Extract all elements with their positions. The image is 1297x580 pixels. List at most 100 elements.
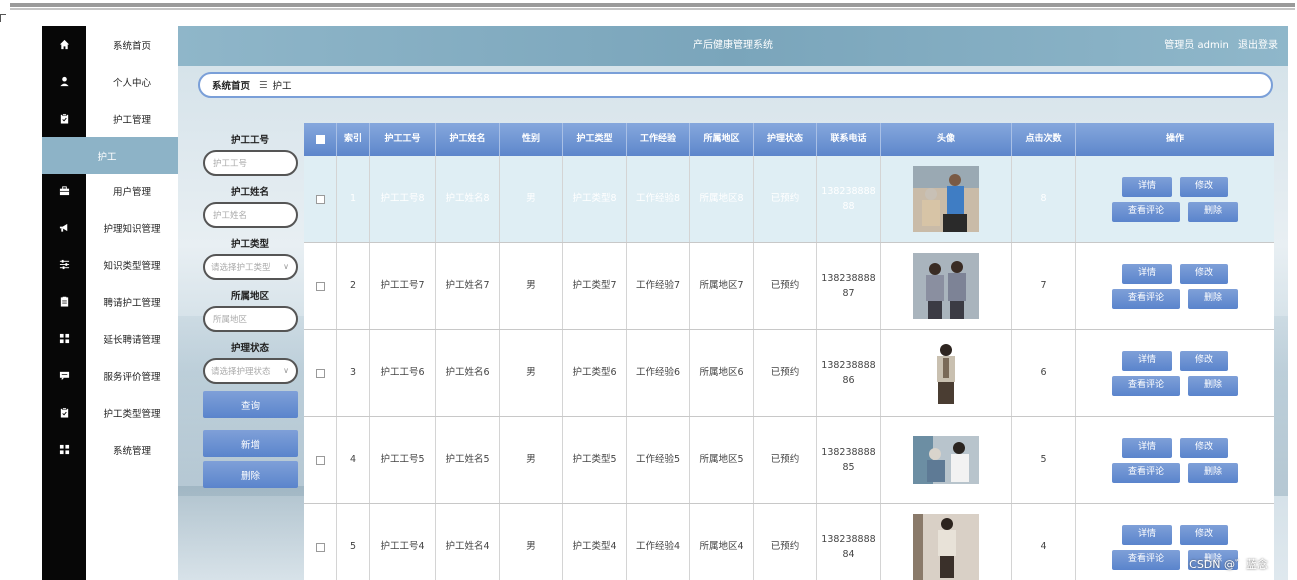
- cell-gender: 男: [500, 243, 563, 329]
- col-header[interactable]: 点击次数: [1012, 123, 1076, 156]
- cell-phone: 138238888 86: [817, 330, 881, 416]
- view-comments-button[interactable]: 查看评论: [1112, 462, 1180, 483]
- sidebar-item-home[interactable]: 系统首页: [42, 26, 178, 63]
- sidebar-item-worker[interactable]: 护工: [42, 137, 178, 174]
- delete-row-button[interactable]: 删除: [1188, 201, 1238, 222]
- worker-name-input[interactable]: 护工姓名: [203, 202, 298, 228]
- add-button[interactable]: 新增: [203, 430, 298, 457]
- cell-experience: 工作经验8: [627, 156, 690, 242]
- worker-type-select[interactable]: 请选择护工类型 ∨: [203, 254, 298, 280]
- row-checkbox[interactable]: [315, 542, 325, 552]
- sidebar-item-label: 个人中心: [112, 77, 151, 89]
- edit-button[interactable]: 修改: [1180, 176, 1228, 197]
- table-row[interactable]: 4 护工工号5 护工姓名5 男 护工类型5 工作经验5 所属地区5 已预约 13…: [304, 417, 1274, 504]
- sidebar-item-system[interactable]: 系统管理: [42, 431, 178, 468]
- col-header[interactable]: 联系电话: [817, 123, 881, 156]
- delete-row-button[interactable]: 删除: [1188, 375, 1238, 396]
- view-comments-button[interactable]: 查看评论: [1112, 288, 1180, 309]
- cell-experience: 工作经验4: [627, 504, 690, 580]
- table-row[interactable]: 3 护工工号6 护工姓名6 男 护工类型6 工作经验6 所属地区6 已预约 13…: [304, 330, 1274, 417]
- worker-no-label: 护工工号: [230, 135, 269, 146]
- col-header[interactable]: 所属地区: [690, 123, 754, 156]
- col-header[interactable]: 性别: [500, 123, 563, 156]
- sidebar-item-hire-management[interactable]: 聘请护工管理: [42, 283, 178, 320]
- logout-link[interactable]: 退出登录: [1238, 40, 1278, 51]
- detail-button[interactable]: 详情: [1122, 350, 1172, 371]
- detail-button[interactable]: 详情: [1122, 176, 1172, 197]
- sidebar-item-label: 聘请护工管理: [103, 297, 161, 309]
- window-corner-mark: [0, 14, 6, 22]
- sidebar-item-knowledge-type[interactable]: 知识类型管理: [42, 246, 178, 283]
- phone-part: 86: [842, 375, 855, 386]
- sidebar-item-worker-management[interactable]: 护工管理: [42, 100, 178, 137]
- cell-index: 3: [337, 330, 370, 416]
- status-select[interactable]: 请选择护理状态 ∨: [203, 358, 298, 384]
- sidebar-item-knowledge-management[interactable]: 护理知识管理: [42, 209, 178, 246]
- cell-clicks: 7: [1012, 243, 1076, 329]
- detail-button[interactable]: 详情: [1122, 263, 1172, 284]
- sidebar-item-worker-type[interactable]: 护工类型管理: [42, 394, 178, 431]
- sidebar-item-label: 知识类型管理: [103, 260, 161, 272]
- delete-button[interactable]: 删除: [203, 461, 298, 488]
- cell-avatar: [881, 330, 1012, 416]
- col-header: 操作: [1165, 134, 1184, 145]
- col-header[interactable]: 护工姓名: [436, 123, 500, 156]
- cell-worker-no: 护工工号6: [370, 330, 436, 416]
- query-button[interactable]: 查询: [203, 391, 298, 418]
- cell-worker-no: 护工工号7: [370, 243, 436, 329]
- cell-phone: 138238888 88: [817, 156, 881, 242]
- sidebar-item-label: 护工管理: [112, 114, 151, 126]
- col-header[interactable]: 护工工号: [370, 123, 436, 156]
- worker-name-label: 护工姓名: [230, 187, 269, 198]
- cell-avatar: [881, 504, 1012, 580]
- cell-worker-type: 护工类型4: [563, 504, 627, 580]
- detail-button[interactable]: 详情: [1122, 524, 1172, 545]
- worker-no-input[interactable]: 护工工号: [203, 150, 298, 176]
- cell-actions: 详情 修改 查看评论 删除: [1076, 243, 1274, 329]
- edit-button[interactable]: 修改: [1180, 350, 1228, 371]
- table-header: 索引 护工工号 护工姓名 性别 护工类型 工作经验 所属地区 护理状态 联系电话…: [304, 123, 1274, 156]
- view-comments-button[interactable]: 查看评论: [1112, 375, 1180, 396]
- document-icon: [42, 283, 86, 320]
- cell-actions: 详情 修改 查看评论 删除: [1076, 330, 1274, 416]
- delete-row-button[interactable]: 删除: [1188, 462, 1238, 483]
- table-row[interactable]: 2 护工工号7 护工姓名7 男 护工类型7 工作经验7 所属地区7 已预约 13…: [304, 243, 1274, 330]
- view-comments-button[interactable]: 查看评论: [1112, 201, 1180, 222]
- home-icon: [42, 26, 86, 63]
- col-header[interactable]: 护理状态: [754, 123, 817, 156]
- detail-button[interactable]: 详情: [1122, 437, 1172, 458]
- row-checkbox[interactable]: [315, 194, 325, 204]
- cell-status: 已预约: [754, 243, 817, 329]
- avatar-photo: [913, 253, 979, 319]
- view-comments-button[interactable]: 查看评论: [1112, 549, 1180, 570]
- table-row[interactable]: 5 护工工号4 护工姓名4 男 护工类型4 工作经验4 所属地区4 已预约 13…: [304, 504, 1274, 580]
- row-checkbox[interactable]: [315, 368, 325, 378]
- col-header[interactable]: 工作经验: [627, 123, 690, 156]
- cell-clicks: 5: [1012, 417, 1076, 503]
- sidebar-item-extend-hire[interactable]: 延长聘请管理: [42, 320, 178, 357]
- avatar-photo: [913, 166, 979, 232]
- window-top-bar-shadow: [10, 8, 1295, 10]
- sidebar-item-service-review[interactable]: 服务评价管理: [42, 357, 178, 394]
- breadcrumb-home[interactable]: 系统首页: [212, 78, 250, 92]
- table-row[interactable]: 1 护工工号8 护工姓名8 男 护工类型8 工作经验8 所属地区8 已预约 13…: [304, 156, 1274, 243]
- sidebar-item-user-management[interactable]: 用户管理: [42, 172, 178, 209]
- row-checkbox[interactable]: [315, 455, 325, 465]
- avatar-photo: [913, 427, 979, 493]
- user-icon: [42, 63, 86, 100]
- edit-button[interactable]: 修改: [1180, 437, 1228, 458]
- cell-phone: 138238888 85: [817, 417, 881, 503]
- edit-button[interactable]: 修改: [1180, 263, 1228, 284]
- edit-button[interactable]: 修改: [1180, 524, 1228, 545]
- sidebar-item-profile[interactable]: 个人中心: [42, 63, 178, 100]
- region-input[interactable]: 所属地区: [203, 306, 298, 332]
- sidebar-item-label: 系统管理: [112, 445, 151, 457]
- select-all-checkbox[interactable]: [315, 135, 325, 144]
- col-header[interactable]: 索引: [337, 123, 370, 156]
- phone-part: 138238888: [821, 359, 876, 371]
- col-header[interactable]: 头像: [881, 123, 1012, 156]
- delete-row-button[interactable]: 删除: [1188, 288, 1238, 309]
- cell-worker-no: 护工工号4: [370, 504, 436, 580]
- row-checkbox[interactable]: [315, 281, 325, 291]
- col-header[interactable]: 护工类型: [563, 123, 627, 156]
